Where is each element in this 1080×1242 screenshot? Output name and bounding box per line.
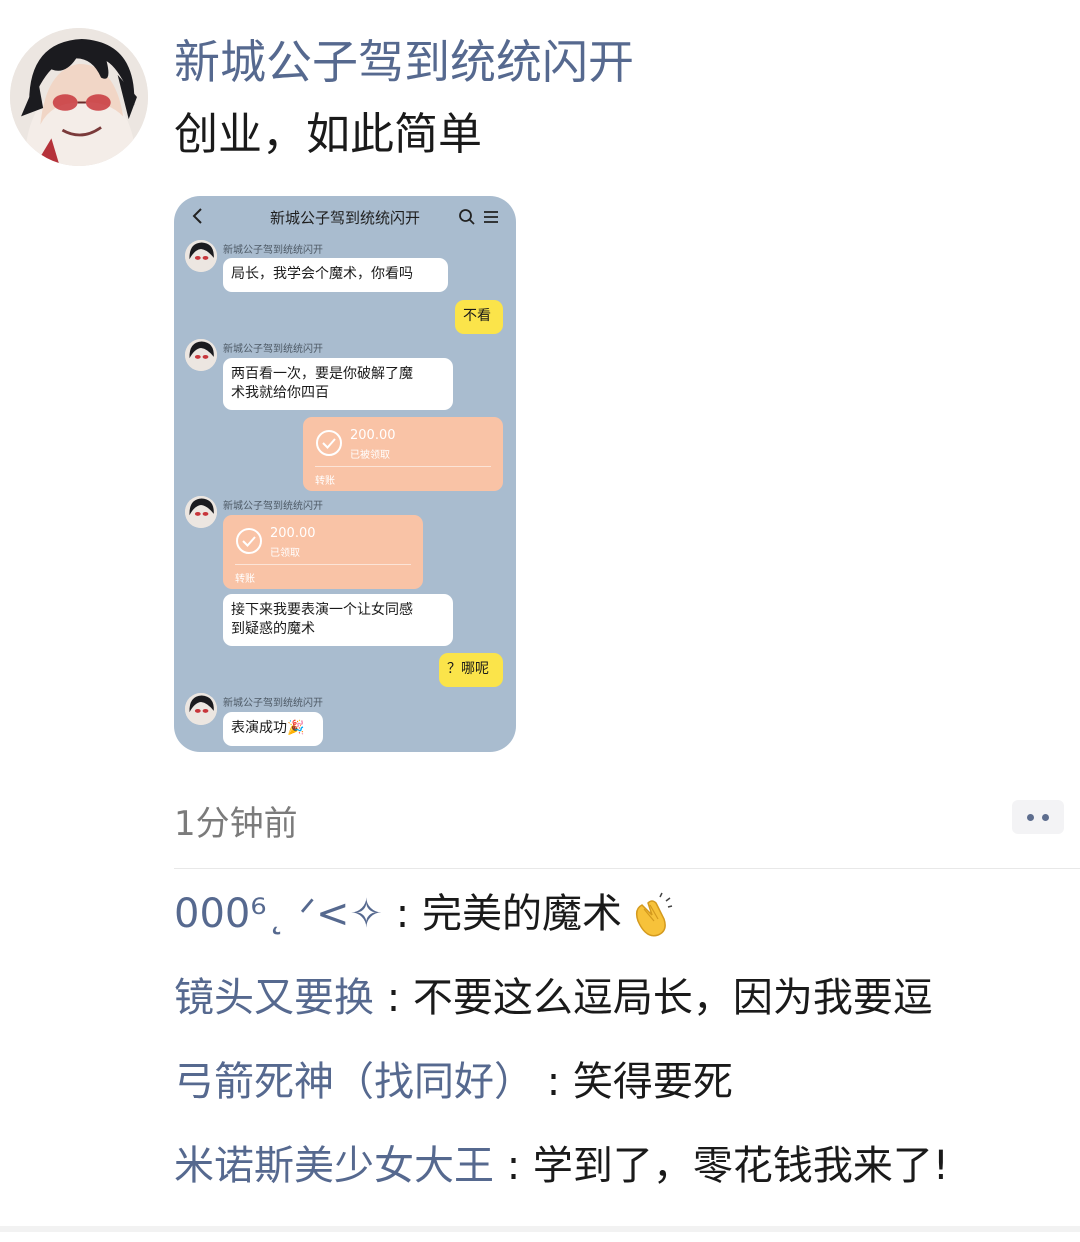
sender-avatar [185, 496, 217, 528]
divider [315, 466, 491, 467]
comment-separator: : [395, 891, 410, 937]
check-circle-icon [236, 528, 262, 554]
sender-name: 新城公子驾到统统闪开 [223, 698, 323, 709]
comment-separator: : [506, 1143, 521, 1189]
sender-avatar [185, 240, 217, 272]
transfer-card: 200.00 已领取 转账 [223, 515, 423, 589]
comment-item[interactable]: 镜头又要换 : 不要这么逗局长，因为我要逗 [174, 973, 933, 1023]
my-message-bubble: 不看 [455, 300, 503, 334]
divider [174, 868, 1080, 869]
more-dots-icon [1042, 814, 1049, 821]
clapping-hands-icon [635, 892, 673, 937]
chat-header: 新城公子驾到统统闪开 [174, 196, 516, 236]
comment-item[interactable]: 米诺斯美少女大王 : 学到了，零花钱我来了! [174, 1141, 949, 1191]
more-button[interactable] [1012, 800, 1064, 834]
transfer-label: 转账 [235, 574, 255, 585]
commenter-name[interactable]: 弓箭死神（找同好） [174, 1059, 534, 1105]
sender-avatar [185, 693, 217, 725]
message-line: 接下来我要表演一个让女同感 [231, 602, 413, 618]
sender-name: 新城公子驾到统统闪开 [223, 501, 323, 512]
my-message-bubble: ？哪呢 [439, 653, 503, 687]
menu-icon [484, 211, 498, 223]
commenter-name[interactable]: 米诺斯美少女大王 [174, 1143, 494, 1189]
comment-separator: : [546, 1059, 561, 1105]
comment-text: 笑得要死 [572, 1059, 733, 1105]
more-dots-icon [1027, 814, 1034, 821]
comment-separator: : [386, 975, 401, 1021]
divider [235, 564, 411, 565]
commenter-name[interactable]: 镜头又要换 [174, 975, 374, 1021]
message-bubble: 接下来我要表演一个让女同感 到疑惑的魔术 [223, 594, 453, 646]
sender-name: 新城公子驾到统统闪开 [223, 344, 323, 355]
comment-text: 不要这么逗局长，因为我要逗 [412, 975, 933, 1021]
comment-item[interactable]: 弓箭死神（找同好） : 笑得要死 [174, 1057, 733, 1107]
transfer-amount: 200.00 [270, 526, 316, 541]
message-line: 术我就给你四百 [231, 385, 329, 401]
transfer-label: 转账 [315, 476, 335, 487]
check-circle-icon [316, 430, 342, 456]
transfer-status: 已被领取 [350, 450, 390, 461]
message-bubble: 两百看一次，要是你破解了魔 术我就给你四百 [223, 358, 453, 410]
post-text: 创业，如此简单 [174, 109, 482, 160]
commenter-name[interactable]: 000⁶˛ ᐟ<✧ [174, 891, 383, 937]
divider [0, 1226, 1080, 1232]
transfer-card: 200.00 已被领取 转账 [303, 417, 503, 491]
comment-text: 完美的魔术 [421, 891, 622, 937]
message-bubble: 局长，我学会个魔术，你看吗 [223, 258, 448, 292]
transfer-status: 已领取 [270, 548, 300, 559]
comment-item[interactable]: 000⁶˛ ᐟ<✧ : 完美的魔术 [174, 889, 674, 941]
sender-name: 新城公子驾到统统闪开 [223, 245, 323, 256]
sender-avatar [185, 339, 217, 371]
post-time: 1分钟前 [174, 804, 298, 844]
post-image-chat-screenshot[interactable]: 新城公子驾到统统闪开 新城公子驾到统统闪开 局长，我学会个魔术，你看吗 不看 新… [174, 196, 516, 752]
message-bubble: 表演成功🎉 [223, 712, 323, 746]
message-line: 两百看一次，要是你破解了魔 [231, 366, 413, 382]
message-line: 到疑惑的魔术 [231, 621, 315, 637]
poster-name[interactable]: 新城公子驾到统统闪开 [174, 34, 634, 90]
search-icon [459, 209, 475, 225]
transfer-amount: 200.00 [350, 428, 396, 443]
comment-text: 学到了，零花钱我来了! [532, 1143, 949, 1189]
poster-avatar[interactable] [10, 28, 148, 166]
